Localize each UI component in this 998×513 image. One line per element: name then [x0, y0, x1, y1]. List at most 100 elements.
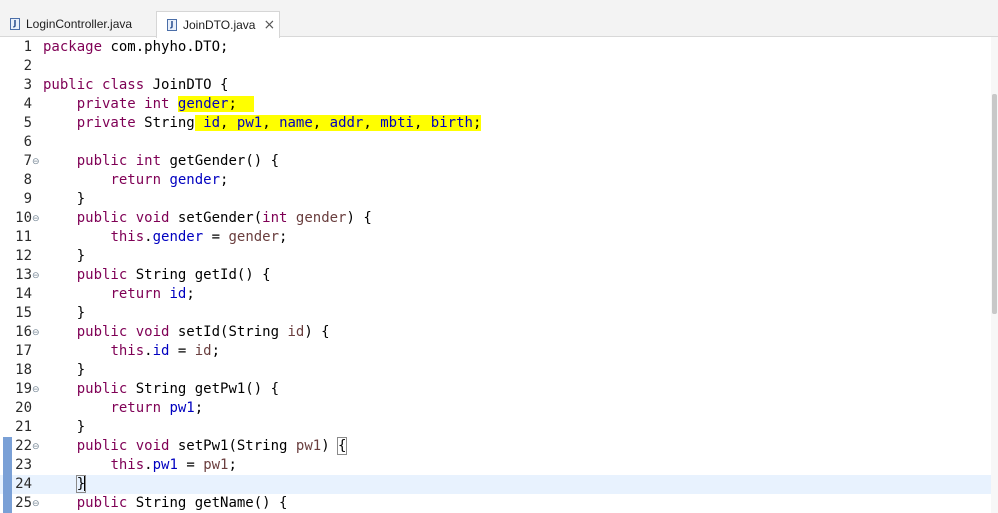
code-line[interactable]: 12 }	[0, 247, 998, 266]
fold-collapse-icon[interactable]: ⊖	[32, 495, 41, 513]
fold-collapse-icon[interactable]: ⊖	[32, 324, 41, 343]
code-token: pw1	[295, 438, 322, 454]
line-number: 2	[23, 58, 32, 74]
code-token: ;	[186, 286, 195, 302]
code-line[interactable]: 21 }	[0, 418, 998, 437]
code-token: void	[135, 210, 170, 226]
code-line[interactable]: 24 }	[0, 475, 998, 494]
line-number: 19	[15, 381, 32, 397]
code-line[interactable]: 4 private int gender;	[0, 95, 998, 114]
code-editor[interactable]: 1 package com.phyho.DTO; 2 3 public class Jo…	[0, 37, 998, 513]
code-token: name	[279, 115, 313, 131]
code-token: String	[135, 115, 195, 131]
scrollbar-thumb[interactable]	[992, 94, 997, 314]
line-number: 23	[15, 457, 32, 473]
code-text: this.pw1 = pw1;	[43, 456, 237, 475]
fold-collapse-icon[interactable]: ⊖	[32, 210, 41, 229]
fold-collapse-icon[interactable]: ⊖	[32, 267, 41, 286]
code-token: JoinDTO {	[144, 77, 229, 93]
java-file-icon: J	[167, 19, 177, 31]
code-line[interactable]: 18 }	[0, 361, 998, 380]
code-line[interactable]: 9 }	[0, 190, 998, 209]
code-token: public	[76, 324, 128, 340]
code-line[interactable]: 6	[0, 133, 998, 152]
code-text: return gender;	[43, 171, 228, 190]
vertical-scrollbar[interactable]	[991, 37, 998, 513]
code-text: }	[43, 190, 85, 209]
code-line[interactable]: 2	[0, 57, 998, 76]
code-text: public String getPw1() {	[43, 380, 279, 399]
code-line[interactable]: 23 this.pw1 = pw1;	[0, 456, 998, 475]
code-token: ;	[228, 457, 237, 473]
code-token: gender	[152, 229, 204, 245]
code-line[interactable]: 15 }	[0, 304, 998, 323]
code-line[interactable]: 14 return id;	[0, 285, 998, 304]
line-number: 21	[15, 419, 32, 435]
code-token: pw1	[152, 457, 178, 473]
code-text: return id;	[43, 285, 195, 304]
code-token: setPw1(String	[169, 438, 296, 454]
code-line[interactable]: 17 this.id = id;	[0, 342, 998, 361]
code-line[interactable]: 8 return gender;	[0, 171, 998, 190]
tab-join-dto[interactable]: J JoinDTO.java ×	[156, 11, 280, 38]
line-number: 16	[15, 324, 32, 340]
line-number: 15	[15, 305, 32, 321]
code-token: public	[76, 210, 128, 226]
code-token: this	[110, 457, 145, 473]
code-text: public void setGender(int gender) {	[43, 209, 372, 228]
java-file-icon: J	[10, 18, 20, 30]
code-token: pw1	[203, 457, 229, 473]
code-token: }	[43, 419, 86, 435]
code-line[interactable]: 7 ⊖ public int getGender() {	[0, 152, 998, 171]
code-line[interactable]: 25 ⊖ public String getName() {	[0, 494, 998, 513]
code-line[interactable]: 16 ⊖ public void setId(String id) {	[0, 323, 998, 342]
code-line[interactable]: 19 ⊖ public String getPw1() {	[0, 380, 998, 399]
code-line[interactable]: 13 ⊖ public String getId() {	[0, 266, 998, 285]
code-text: public int getGender() {	[43, 152, 279, 171]
code-token: ,	[363, 115, 381, 131]
code-token: gender	[295, 210, 347, 226]
fold-collapse-icon[interactable]: ⊖	[32, 153, 41, 172]
code-token: }	[43, 191, 86, 207]
code-token: )	[321, 438, 339, 454]
code-token: public	[76, 153, 128, 169]
code-line[interactable]: 5 private String id, pw1, name, addr, mb…	[0, 114, 998, 133]
code-line[interactable]: 3 public class JoinDTO {	[0, 76, 998, 95]
code-token: ) {	[304, 324, 330, 340]
code-line[interactable]: 11 this.gender = gender;	[0, 228, 998, 247]
line-number: 10	[15, 210, 32, 226]
code-token: addr	[329, 115, 364, 131]
code-text: public String getId() {	[43, 266, 271, 285]
code-text: }	[43, 247, 85, 266]
fold-collapse-icon[interactable]: ⊖	[32, 438, 41, 457]
fold-collapse-icon[interactable]: ⊖	[32, 381, 41, 400]
code-token: return	[110, 286, 162, 302]
code-text: public String getName() {	[43, 494, 288, 513]
code-line[interactable]: 1 package com.phyho.DTO;	[0, 38, 998, 57]
line-number: 4	[23, 96, 32, 112]
code-token: String getName() {	[127, 495, 288, 511]
line-number: 22	[15, 438, 32, 454]
code-line[interactable]: 10 ⊖ public void setGender(int gender) {	[0, 209, 998, 228]
close-icon[interactable]: ×	[263, 18, 275, 32]
code-line[interactable]: 22 ⊖ public void setPw1(String pw1) {	[0, 437, 998, 456]
code-token: =	[177, 457, 204, 473]
code-token: com.phyho.DTO;	[102, 39, 229, 55]
code-token: String getPw1() {	[127, 381, 280, 397]
code-token: id	[203, 115, 221, 131]
code-token: public	[76, 381, 128, 397]
code-token: ;	[228, 96, 254, 112]
code-line[interactable]: 20 return pw1;	[0, 399, 998, 418]
code-token: return	[110, 400, 162, 416]
tab-login-controller[interactable]: J LoginController.java	[0, 11, 156, 37]
